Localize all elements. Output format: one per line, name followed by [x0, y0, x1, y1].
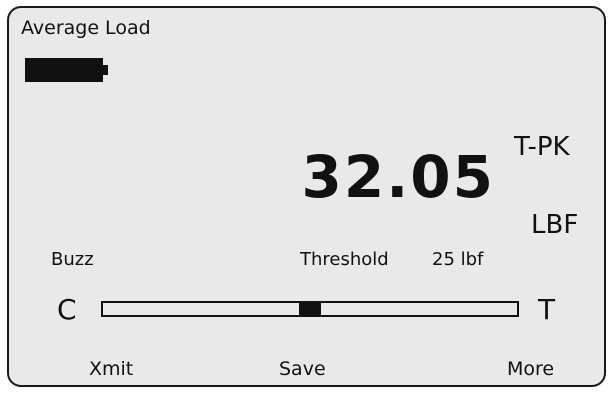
- load-bar: [101, 301, 519, 317]
- threshold-label: Threshold: [300, 249, 389, 270]
- tension-label: T: [538, 293, 556, 326]
- measurement-mode: T-PK: [514, 132, 570, 162]
- xmit-softkey[interactable]: Xmit: [89, 360, 133, 379]
- buzz-label: Buzz: [51, 249, 94, 270]
- screen-title: Average Load: [21, 17, 151, 39]
- save-softkey[interactable]: Save: [279, 360, 326, 379]
- measurement-unit: LBF: [531, 210, 579, 240]
- load-bar-marker: [299, 303, 321, 315]
- display-panel: Average Load 32.05 T-PK LBF Buzz Thresho…: [7, 6, 606, 387]
- battery-icon: [25, 58, 103, 82]
- compression-label: C: [57, 293, 77, 326]
- threshold-value: 25 lbf: [432, 249, 484, 270]
- load-reading: 32.05: [301, 143, 495, 211]
- more-softkey[interactable]: More: [507, 360, 554, 379]
- battery-terminal: [103, 65, 108, 75]
